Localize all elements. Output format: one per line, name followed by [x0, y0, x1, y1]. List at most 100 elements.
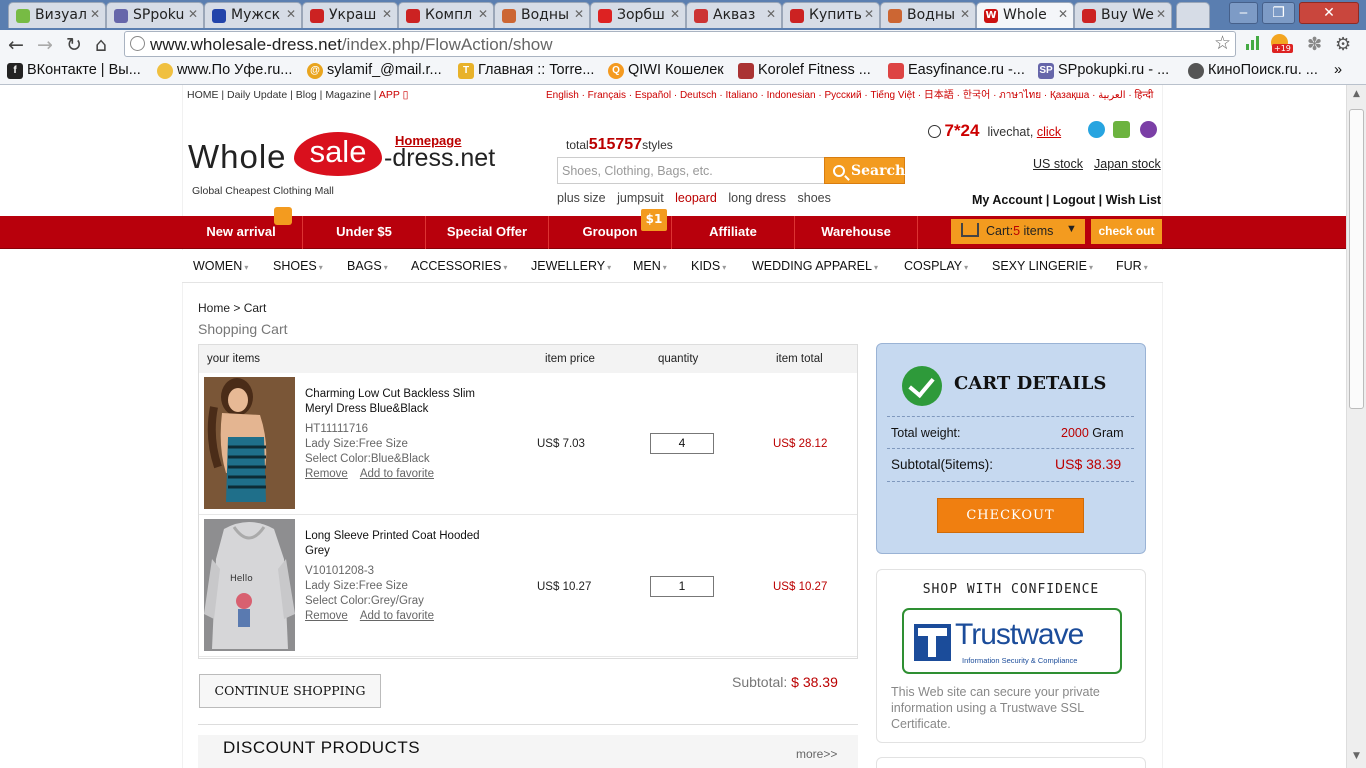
category-jewellery[interactable]: JEWELLERY	[531, 259, 611, 273]
language-selector[interactable]: English · Français · Español · Deutsch ·…	[546, 86, 1153, 103]
hot-search-link[interactable]: long dress	[728, 191, 786, 205]
continue-shopping-button[interactable]: CONTINUE SHOPPING	[199, 674, 381, 708]
paw-extension-icon[interactable]: ✽	[1307, 34, 1327, 55]
logout-link[interactable]: Logout	[1053, 193, 1095, 207]
signal-extension-icon[interactable]	[1244, 34, 1264, 54]
language-list[interactable]: English · Français · Español · Deutsch ·…	[546, 90, 1153, 101]
product-image[interactable]: Hello	[204, 519, 295, 651]
browser-tab[interactable]: SPpoku ✕	[106, 2, 204, 28]
wish-list-link[interactable]: Wish List	[1106, 193, 1161, 207]
home-icon[interactable]: ⌂	[95, 34, 107, 56]
category-women[interactable]: WOMEN	[193, 259, 248, 273]
close-tab-icon[interactable]: ✕	[478, 7, 488, 21]
japan-stock-link[interactable]: Japan stock	[1094, 157, 1161, 171]
close-tab-icon[interactable]: ✕	[90, 7, 100, 21]
close-tab-icon[interactable]: ✕	[286, 7, 296, 21]
product-image[interactable]	[204, 377, 295, 509]
close-tab-icon[interactable]: ✕	[864, 7, 874, 21]
hot-search-link[interactable]: plus size	[557, 191, 606, 205]
browser-tab[interactable]: Компл ✕	[398, 2, 494, 28]
close-tab-icon[interactable]: ✕	[670, 7, 680, 21]
maximize-icon[interactable]: ❐	[1262, 2, 1295, 24]
address-bar[interactable]: www.wholesale-dress.net/index.php/FlowAc…	[124, 31, 1236, 57]
category-men[interactable]: MEN	[633, 259, 667, 273]
search-input[interactable]: Shoes, Clothing, Bags, etc.	[557, 157, 825, 184]
browser-tab[interactable]: Визуал ✕	[8, 2, 106, 28]
add-to-favorite-link[interactable]: Add to favorite	[360, 468, 434, 480]
my-account-link[interactable]: My Account	[972, 193, 1042, 207]
more-link[interactable]: more>>	[796, 747, 837, 761]
search-button[interactable]: Search	[824, 157, 905, 184]
remove-link[interactable]: Remove	[305, 610, 348, 622]
bookmark-item[interactable]: КиноПоиск.ru. ...	[1188, 62, 1318, 79]
scroll-up-icon[interactable]: ▲	[1349, 89, 1364, 103]
bookmark-item[interactable]: f ВКонтакте | Вы...	[7, 62, 141, 79]
scroll-down-icon[interactable]: ▼	[1349, 751, 1364, 765]
rss-icon[interactable]	[274, 207, 292, 225]
cart-dropdown[interactable]: Cart:5 items ▼	[951, 219, 1085, 244]
bookmark-item[interactable]: SP SPpokupki.ru - ...	[1038, 62, 1169, 79]
close-tab-icon[interactable]: ✕	[574, 7, 584, 21]
icq-icon[interactable]	[1113, 121, 1130, 138]
browser-tab[interactable]: Акваз ✕	[686, 2, 782, 28]
browser-tab[interactable]: Украш ✕	[302, 2, 398, 28]
browser-tab[interactable]: Водны ✕	[494, 2, 590, 28]
browser-tab[interactable]: Зорбш ✕	[590, 2, 686, 28]
category-wedding-apparel[interactable]: WEDDING APPAREL	[752, 259, 878, 273]
bookmarks-overflow-icon[interactable]: »	[1334, 62, 1342, 78]
url-text[interactable]: www.wholesale-dress.net/index.php/FlowAc…	[150, 35, 553, 55]
close-tab-icon[interactable]: ✕	[960, 7, 970, 21]
close-tab-icon[interactable]: ✕	[188, 7, 198, 21]
nav-special-offer[interactable]: Special Offer	[426, 216, 549, 249]
app-link[interactable]: APP	[379, 89, 400, 101]
hot-search-link[interactable]: jumpsuit	[617, 191, 664, 205]
category-kids[interactable]: KIDS	[691, 259, 726, 273]
page-info-icon[interactable]	[130, 36, 145, 51]
skype-icon[interactable]	[1088, 121, 1105, 138]
hot-search-link[interactable]: shoes	[798, 191, 831, 205]
reload-icon[interactable]: ↻	[66, 34, 82, 56]
bookmark-item[interactable]: @ sylamif_@mail.r...	[307, 62, 442, 79]
category-fur[interactable]: FUR	[1116, 259, 1148, 273]
quantity-input[interactable]: 1	[650, 576, 714, 597]
close-tab-icon[interactable]: ✕	[382, 7, 392, 21]
browser-tab[interactable]: Мужск ✕	[204, 2, 302, 28]
add-to-favorite-link[interactable]: Add to favorite	[360, 610, 434, 622]
livechat-click-link[interactable]: click	[1037, 125, 1061, 139]
close-tab-icon[interactable]: ✕	[1058, 7, 1068, 21]
bookmark-item[interactable]: Korolef Fitness ...	[738, 62, 871, 79]
bookmark-item[interactable]: T Главная :: Torre...	[458, 62, 594, 79]
category-accessories[interactable]: ACCESSORIES	[411, 259, 507, 273]
category-sexy-lingerie[interactable]: SEXY LINGERIE	[992, 259, 1093, 273]
browser-tab[interactable]: Купить ✕	[782, 2, 880, 28]
us-stock-link[interactable]: US stock	[1033, 157, 1083, 171]
close-tab-icon[interactable]: ✕	[766, 7, 776, 21]
close-tab-icon[interactable]: ✕	[1156, 7, 1166, 21]
nav-under-5[interactable]: Under $5	[303, 216, 426, 249]
category-bags[interactable]: BAGS	[347, 259, 388, 273]
new-tab-button[interactable]	[1176, 2, 1210, 28]
checkout-button[interactable]: CHECKOUT	[937, 498, 1084, 533]
yahoo-messenger-icon[interactable]	[1140, 121, 1157, 138]
homepage-link[interactable]: Homepage	[395, 133, 461, 148]
vertical-scrollbar[interactable]: ▲ ▼	[1346, 85, 1366, 768]
nav-affiliate[interactable]: Affiliate	[672, 216, 795, 249]
window-close-icon[interactable]: ✕	[1299, 2, 1359, 24]
bookmark-item[interactable]: Easyfinance.ru -...	[888, 62, 1025, 79]
browser-tab[interactable]: Водны ✕	[880, 2, 976, 28]
breadcrumb-home[interactable]: Home	[198, 301, 230, 315]
forward-icon[interactable]: →	[37, 34, 53, 56]
browser-tab[interactable]: Buy We ✕	[1074, 2, 1172, 28]
minimize-icon[interactable]: ‒	[1229, 2, 1258, 24]
item-name[interactable]: Long Sleeve Printed Coat Hooded Grey	[305, 529, 505, 559]
item-name[interactable]: Charming Low Cut Backless Slim Meryl Dre…	[305, 387, 505, 417]
remove-link[interactable]: Remove	[305, 468, 348, 480]
mail-notification-icon[interactable]: +19	[1271, 34, 1293, 54]
trustwave-seal[interactable]: Trustwave Information Security & Complia…	[902, 608, 1122, 674]
browser-tab-active[interactable]: W Whole ✕	[976, 2, 1074, 28]
nav-warehouse[interactable]: Warehouse	[795, 216, 918, 249]
top-links-text[interactable]: HOME | Daily Update | Blog | Magazine |	[187, 89, 377, 101]
category-cosplay[interactable]: COSPLAY	[904, 259, 968, 273]
back-icon[interactable]: ←	[8, 34, 24, 56]
settings-wrench-icon[interactable]: ⚙	[1335, 34, 1355, 55]
